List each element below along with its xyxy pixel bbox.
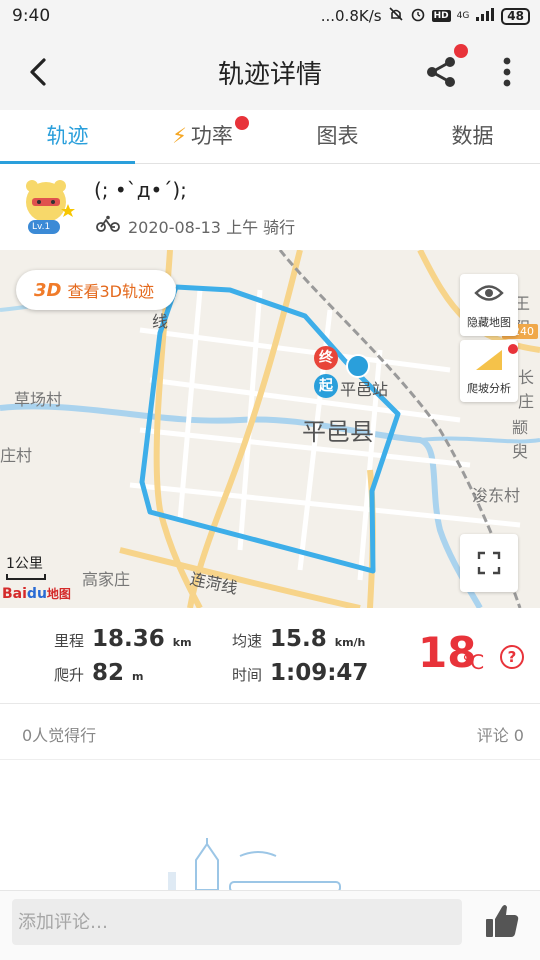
stat-value: 82	[92, 660, 125, 686]
3d-icon: 3D	[34, 279, 62, 301]
stat-distance: 里程 18.36 km	[54, 626, 192, 652]
comment-bar	[0, 890, 540, 960]
map-label-village: 庄村	[0, 446, 33, 465]
map-label-village: 颛臾	[512, 418, 529, 461]
share-icon	[427, 57, 455, 87]
expand-icon	[477, 551, 501, 575]
hide-map-button[interactable]: 隐藏地图	[460, 274, 518, 336]
city-illustration	[168, 838, 341, 890]
tab-charts[interactable]: 图表	[270, 110, 405, 164]
bicycle-icon	[96, 215, 120, 237]
stat-label: 时间	[232, 666, 263, 684]
tab-data[interactable]: 数据	[405, 110, 540, 164]
slope-icon	[476, 350, 502, 370]
temperature-unit: ℃	[462, 650, 485, 674]
tab-bar: 轨迹 ⚡ 功率 图表 数据	[0, 110, 540, 164]
stat-unit: km/h	[334, 636, 366, 649]
tab-label: 功率	[190, 124, 233, 148]
mute-icon	[388, 6, 404, 26]
stat-label: 均速	[232, 632, 263, 650]
stat-duration: 时间 1:09:47	[232, 660, 368, 686]
comment-input[interactable]	[12, 899, 462, 945]
climb-badge	[508, 344, 518, 354]
view-3d-label: 查看3D轨迹	[67, 282, 154, 301]
end-marker[interactable]: 终	[314, 346, 338, 370]
social-row: 0人觉得行 评论 0	[0, 704, 540, 760]
stat-label: 爬升	[54, 666, 85, 684]
lightning-icon: ⚡	[172, 124, 187, 148]
share-badge	[454, 44, 468, 58]
hd-icon: HD	[431, 10, 451, 22]
map-scale: 1公里	[6, 553, 46, 580]
likes-count[interactable]: 0人觉得行	[22, 722, 96, 746]
stat-unit: km	[172, 636, 192, 649]
stat-label: 里程	[54, 632, 85, 650]
tab-track[interactable]: 轨迹	[0, 110, 135, 164]
map-label-road: 线	[152, 312, 169, 331]
power-tab-badge	[235, 116, 249, 130]
stat-unit: m	[132, 670, 144, 683]
tab-power[interactable]: ⚡ 功率	[135, 110, 270, 164]
user-info: Lv.1 (; •`д•´); 2020-08-13 上午 骑行	[0, 164, 540, 250]
ride-date: 2020-08-13 上午 骑行	[128, 218, 296, 237]
ride-info-row: 2020-08-13 上午 骑行	[96, 214, 295, 238]
stat-climb: 爬升 82 m	[54, 660, 144, 686]
start-marker[interactable]: 起	[314, 374, 338, 398]
empty-comments-illustration	[0, 760, 540, 890]
map-label-village: 高家庄	[82, 570, 131, 589]
like-button[interactable]	[484, 901, 520, 941]
stat-avg-speed: 均速 15.8 km/h	[232, 626, 365, 652]
share-button[interactable]	[422, 44, 468, 92]
username: (; •`д•´);	[94, 178, 187, 202]
signal-icon	[475, 7, 495, 25]
thumbs-up-icon	[486, 905, 519, 937]
map-label-village: 草场村	[14, 390, 63, 409]
alarm-icon	[410, 6, 426, 26]
tab-label: 数据	[451, 124, 494, 148]
map-label-county: 平邑县	[302, 418, 374, 446]
baidu-map-logo: Baidu地图	[2, 586, 71, 602]
status-time: 9:40	[12, 6, 51, 26]
tab-label: 图表	[316, 124, 359, 148]
scale-bar	[6, 574, 46, 580]
map-label-station: 平邑站	[340, 380, 389, 399]
help-icon[interactable]: ?	[500, 645, 524, 669]
level-badge: Lv.1	[32, 222, 51, 232]
stat-value: 15.8	[270, 626, 327, 652]
battery-icon: 48	[501, 7, 530, 25]
train-station-icon	[346, 354, 370, 378]
avatar[interactable]: Lv.1	[20, 178, 76, 238]
map-label-village: 长庄	[518, 368, 535, 411]
stat-value: 1:09:47	[270, 660, 369, 686]
climb-analysis-label: 爬坡分析	[467, 382, 511, 395]
scale-label: 1公里	[6, 556, 43, 572]
status-icons: ...0.8K/s HD 4G 48	[321, 6, 530, 26]
app-bar: 轨迹详情	[0, 34, 540, 110]
view-3d-button[interactable]: 3D 查看3D轨迹	[16, 270, 176, 310]
map-label-village: 浚东村	[472, 486, 521, 505]
more-icon	[503, 57, 511, 87]
stat-value: 18.36	[92, 626, 165, 652]
fullscreen-button[interactable]	[460, 534, 518, 592]
comments-count[interactable]: 评论 0	[477, 722, 524, 746]
tab-label: 轨迹	[46, 124, 89, 148]
eye-icon	[474, 285, 504, 301]
hide-map-label: 隐藏地图	[467, 316, 511, 329]
route-map[interactable]: 草场村 庄村 高家庄 浚东村 颛臾 长庄 王阳 平邑县 连菏线 线 平邑站 S2…	[0, 250, 540, 608]
more-button[interactable]	[490, 52, 524, 92]
network-speed: ...0.8K/s	[320, 7, 382, 25]
climb-analysis-button[interactable]: 爬坡分析	[460, 340, 518, 402]
status-bar: 9:40 ...0.8K/s HD 4G 48	[0, 0, 540, 34]
network-type: 4G	[456, 11, 470, 21]
